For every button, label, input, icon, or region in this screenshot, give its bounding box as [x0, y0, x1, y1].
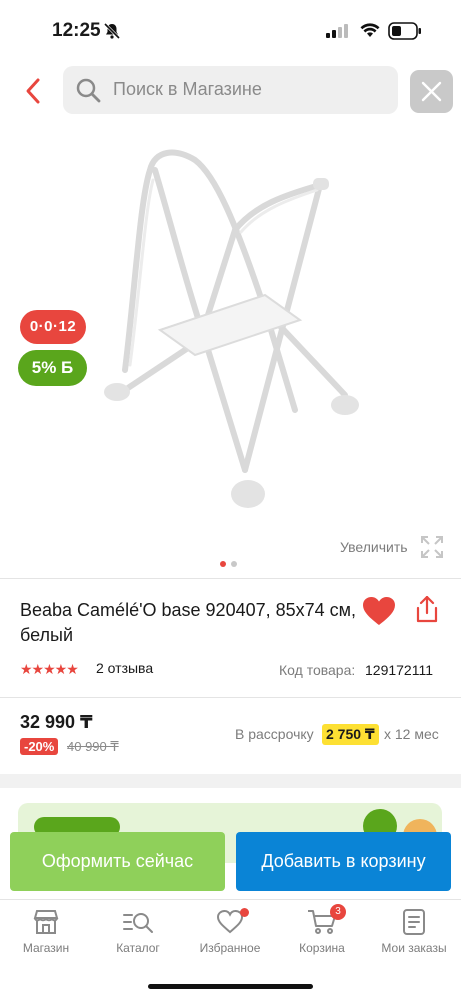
tab-label: Мои заказы [381, 941, 447, 955]
close-icon [421, 81, 442, 102]
tab-favorites[interactable]: Избранное [184, 908, 276, 955]
divider [0, 578, 461, 579]
buy-now-button[interactable]: Оформить сейчас [10, 832, 225, 891]
catalog-search-icon [123, 913, 153, 933]
gallery-dot [231, 561, 237, 567]
search-input[interactable]: Поиск в Магазине [63, 66, 398, 114]
tab-cart[interactable]: 3 Корзина [276, 904, 368, 955]
product-image[interactable] [95, 140, 375, 520]
gallery-dots [220, 554, 242, 572]
tab-label: Каталог [116, 941, 160, 955]
home-indicator [148, 984, 313, 989]
gallery-dot-active [220, 561, 226, 567]
tab-label: Избранное [199, 941, 261, 955]
search-icon [75, 77, 101, 108]
installment-label: В рассрочку [235, 726, 314, 742]
product-title: Beaba Camélé'O base 920407, 85x74 см, бе… [20, 600, 357, 645]
favorite-heart-button[interactable] [362, 596, 396, 631]
bonus-badge: 5% Б [18, 350, 87, 386]
search-placeholder: Поиск в Магазине [113, 79, 262, 99]
product-code-value: 129172111 [365, 662, 433, 678]
store-icon [33, 910, 59, 934]
notification-dot [240, 908, 249, 917]
cellular-signal-icon [326, 24, 348, 43]
status-time: 12:25 [52, 20, 101, 41]
old-price: 40 990 ₸ [67, 739, 119, 754]
divider [0, 697, 461, 698]
orders-icon [403, 909, 425, 935]
discount-badge: -20% [20, 738, 59, 755]
reviews-link[interactable]: 2 отзыва [96, 660, 153, 676]
installment-term: х 12 мес [384, 726, 439, 742]
tab-label: Магазин [22, 941, 70, 955]
bell-muted-icon [103, 22, 121, 45]
installment-value[interactable]: 2 750 ₸ [322, 724, 379, 745]
tab-catalog[interactable]: Каталог [92, 908, 184, 955]
share-icon [416, 595, 438, 623]
wifi-icon [360, 22, 380, 43]
cart-count-badge: 3 [330, 904, 346, 920]
battery-icon [388, 22, 422, 45]
add-to-cart-button[interactable]: Добавить в корзину [236, 832, 451, 891]
tab-orders[interactable]: Мои заказы [368, 908, 460, 955]
expand-icon [420, 535, 444, 564]
share-button[interactable] [414, 595, 440, 629]
status-bar: 12:25 [0, 0, 461, 62]
back-button[interactable] [20, 74, 50, 108]
product-code-label: Код товара: [279, 662, 356, 678]
zoom-label: Увеличить [340, 539, 408, 555]
tab-label: Корзина [299, 941, 345, 955]
rating-stars: ★★★★★ [20, 661, 79, 677]
tab-store[interactable]: Магазин [0, 908, 92, 955]
section-gap [0, 774, 461, 788]
clear-search-button[interactable] [410, 70, 453, 113]
current-price: 32 990 ₸ [20, 712, 93, 732]
product-page: 12:25 Поиск в Магазине 0·0·12 5% Б Увели… [0, 0, 461, 999]
heart-icon [363, 597, 395, 625]
age-badge: 0·0·12 [20, 310, 86, 344]
